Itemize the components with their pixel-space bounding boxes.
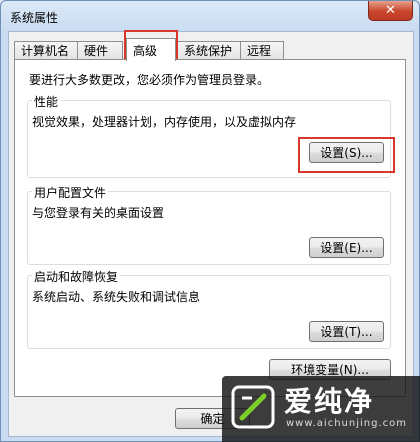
watermark-url: www.aichunjing.com (286, 418, 407, 429)
close-button[interactable]: ✕ (368, 1, 413, 21)
tab-remote[interactable]: 远程 (240, 41, 284, 59)
performance-title: 性能 (32, 93, 61, 110)
admin-notice: 要进行大多数更改，您必须作为管理员登录。 (29, 73, 270, 87)
performance-description: 视觉效果，处理器计划，内存使用，以及虚拟内存 (32, 115, 297, 129)
watermark: 爱纯净 www.aichunjing.com (222, 376, 420, 442)
tab-advanced[interactable]: 高级 (126, 38, 176, 61)
tab-hardware[interactable]: 硬件 (77, 41, 123, 59)
user-profiles-group: 用户配置文件 与您登录有关的桌面设置 设置(E)... (27, 184, 391, 265)
tab-strip: 计算机名 硬件 高级 系统保护 远程 (14, 38, 410, 61)
startup-recovery-settings-button[interactable]: 设置(T)... (309, 321, 384, 342)
tab-system-protection[interactable]: 系统保护 (177, 41, 241, 59)
user-profiles-title: 用户配置文件 (32, 184, 109, 201)
startup-recovery-description: 系统启动、系统失败和调试信息 (32, 290, 201, 304)
watermark-name: 爱纯净 (284, 385, 375, 418)
title-bar[interactable]: 系统属性 ✕ (1, 1, 419, 31)
user-profiles-description: 与您登录有关的桌面设置 (32, 206, 165, 220)
advanced-tab-panel: 要进行大多数更改，您必须作为管理员登录。 性能 视觉效果，处理器计划，内存使用，… (14, 59, 406, 397)
tab-computer-name[interactable]: 计算机名 (14, 41, 78, 59)
startup-recovery-title: 启动和故障恢复 (32, 268, 121, 285)
tab-label: 远程 (247, 44, 272, 58)
tab-label: 高级 (133, 43, 158, 58)
close-icon: ✕ (385, 3, 396, 18)
tab-label: 系统保护 (184, 44, 233, 58)
user-profiles-settings-button[interactable]: 设置(E)... (309, 237, 384, 258)
watermark-logo-icon (231, 385, 275, 429)
tab-label: 计算机名 (21, 44, 70, 58)
startup-recovery-group: 启动和故障恢复 系统启动、系统失败和调试信息 设置(T)... (27, 268, 391, 349)
tab-label: 硬件 (84, 44, 109, 58)
window-title: 系统属性 (10, 11, 59, 25)
settings-highlight-box (298, 137, 395, 173)
